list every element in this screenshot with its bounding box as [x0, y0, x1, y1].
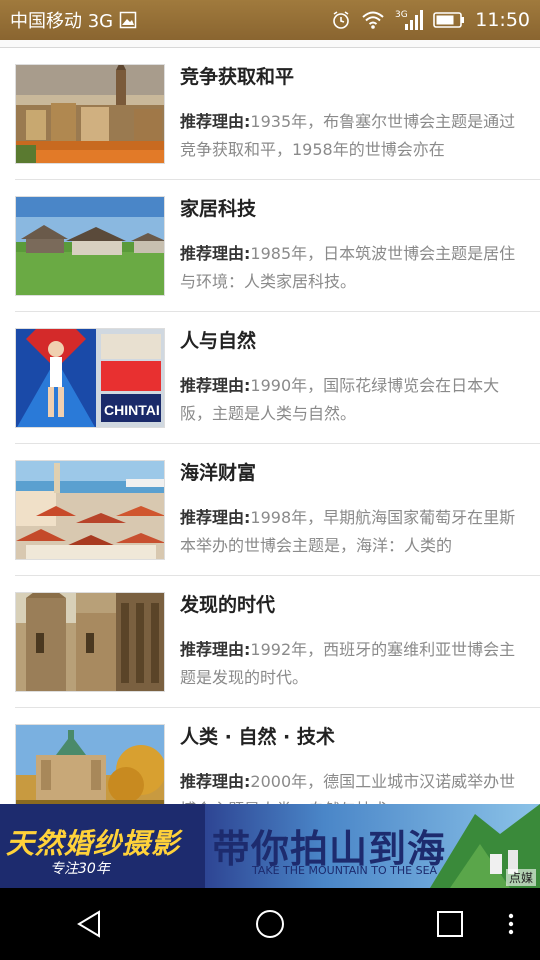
lisbon-rooftops-image	[15, 460, 165, 560]
item-description: 推荐理由:1990年，国际花绿博览会在日本大阪，主题是人类与自然。	[180, 372, 525, 430]
item-title: 海洋财富	[180, 462, 257, 484]
image-notification-icon	[119, 11, 137, 29]
recommend-label: 推荐理由:	[180, 640, 251, 659]
houses-on-lawn-image	[15, 196, 165, 296]
ad-brand-text: 天然婚纱摄影	[6, 827, 181, 860]
expo-theme-list[interactable]: 竞争获取和平 推荐理由:1935年，布鲁塞尔世博会主题是通过竞争获取和平，195…	[0, 48, 540, 804]
item-title: 人与自然	[180, 330, 257, 352]
ad-english-slogan: TAKE THE MOUNTAIN TO THE SEA	[252, 864, 438, 877]
recents-square-icon	[437, 911, 463, 937]
item-description: 推荐理由:1985年，日本筑波世博会主题是居住与环境：人类家居科技。	[180, 240, 525, 298]
ad-source-mark: 点媒	[505, 869, 536, 886]
ad-subtitle: 专注30年	[50, 861, 110, 877]
back-triangle-icon	[77, 910, 100, 938]
item-title: 人类 · 自然 · 技术	[180, 726, 335, 748]
item-description: 推荐理由:2000年，德国工业城市汉诺威举办世博会主题是人类、自然与技术。	[180, 768, 525, 804]
stone-cathedral-image	[15, 592, 165, 692]
home-button[interactable]	[240, 894, 300, 954]
svg-text:3G: 3G	[395, 10, 408, 20]
item-description: 推荐理由:1992年，西班牙的塞维利亚世博会主题是发现的时代。	[180, 636, 525, 694]
item-title: 家居科技	[180, 198, 257, 220]
signal-icon: 3G	[395, 8, 424, 32]
battery-icon	[433, 11, 465, 29]
recents-button[interactable]	[420, 894, 480, 954]
more-options-icon[interactable]	[506, 912, 516, 936]
carrier-label: 中国移动 3G	[10, 11, 114, 32]
hannover-hall-image	[15, 724, 165, 804]
list-item[interactable]: 发现的时代 推荐理由:1992年，西班牙的塞维利亚世博会主题是发现的时代。	[15, 576, 540, 708]
list-item[interactable]: 海洋财富 推荐理由:1998年，早期航海国家葡萄牙在里斯本举办的世博会主题是，海…	[15, 444, 540, 576]
item-description: 推荐理由:1998年，早期航海国家葡萄牙在里斯本举办的世博会主题是，海洋：人类的	[180, 504, 525, 562]
item-title: 竞争获取和平	[180, 66, 295, 88]
list-item[interactable]: 人类 · 自然 · 技术 推荐理由:2000年，德国工业城市汉诺威举办世博会主题…	[15, 708, 540, 804]
home-circle-icon	[256, 910, 284, 938]
svg-text:CHINTAI: CHINTAI	[104, 402, 160, 418]
back-button[interactable]	[60, 894, 120, 954]
alarm-icon	[331, 10, 351, 30]
brussels-town-image	[15, 64, 165, 164]
clock: 11:50	[475, 9, 530, 31]
list-item[interactable]: CHINTAI 人与自然 推荐理由:1990年，国际花绿博览会在日本大阪，主题是…	[15, 312, 540, 444]
list-item[interactable]: 竞争获取和平 推荐理由:1935年，布鲁塞尔世博会主题是通过竞争获取和平，195…	[15, 48, 540, 180]
recommend-label: 推荐理由:	[180, 244, 251, 263]
item-title: 发现的时代	[180, 594, 276, 616]
recommend-label: 推荐理由:	[180, 772, 251, 791]
recommend-label: 推荐理由:	[180, 112, 251, 131]
wifi-icon	[361, 10, 385, 30]
list-item[interactable]: 家居科技 推荐理由:1985年，日本筑波世博会主题是居住与环境：人类家居科技。	[15, 180, 540, 312]
ad-banner[interactable]: 天然婚纱摄影 专注30年 带你拍山到海 TAKE THE MOUNTAIN TO…	[0, 804, 540, 888]
recommend-label: 推荐理由:	[180, 508, 251, 527]
header-edge	[0, 40, 540, 48]
system-nav-bar	[0, 888, 540, 960]
recommend-label: 推荐理由:	[180, 376, 251, 395]
item-description: 推荐理由:1935年，布鲁塞尔世博会主题是通过竞争获取和平，1958年的世博会亦…	[180, 108, 525, 166]
poster-runner-image: CHINTAI	[15, 328, 165, 428]
status-bar: 中国移动 3G 3G 11:50	[0, 0, 540, 40]
